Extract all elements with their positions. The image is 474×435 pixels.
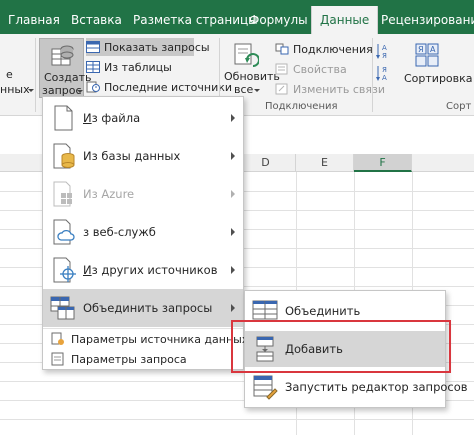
highlight-box xyxy=(231,320,451,373)
menu-item-label: Параметры запроса xyxy=(71,352,187,366)
svg-text:А: А xyxy=(382,44,387,52)
from-table-label: Из таблицы xyxy=(104,60,172,74)
group-label-sort: Сорт xyxy=(446,101,472,112)
show-queries-button[interactable]: Показать запросы xyxy=(86,38,210,56)
connections-icon xyxy=(275,43,289,55)
menu-item-from-database[interactable]: Из базы данных xyxy=(43,137,243,175)
cloud-icon xyxy=(53,219,75,245)
connections-button[interactable]: Подключения xyxy=(275,40,373,58)
tab-review[interactable]: Рецензирование xyxy=(381,0,474,34)
other-sources-icon xyxy=(53,257,76,283)
refresh-label-2: все xyxy=(234,83,254,96)
sort-button[interactable]: Я А Сортировка xyxy=(404,38,474,98)
refresh-label-1: Обновить xyxy=(224,70,280,83)
menu-item-label: Из базы данных xyxy=(83,149,181,163)
properties-button[interactable]: Свойства xyxy=(275,60,347,78)
file-icon xyxy=(54,105,73,131)
tab-page-layout[interactable]: Разметка страницы xyxy=(133,0,258,34)
chevron-right-icon xyxy=(231,304,235,312)
menu-item-label: Из файла xyxy=(83,111,141,125)
menu-item-label: Из Azure xyxy=(83,187,135,201)
chevron-down-icon xyxy=(254,89,260,92)
menu-item-label: Из других источников xyxy=(83,263,218,277)
chevron-right-icon xyxy=(231,152,235,160)
svg-text:Я: Я xyxy=(418,45,424,54)
ribbon-separator xyxy=(372,38,373,112)
sort-za-icon: Я А xyxy=(376,66,387,82)
svg-text:А: А xyxy=(382,74,387,82)
properties-label: Свойства xyxy=(293,62,347,76)
svg-text:Я: Я xyxy=(382,66,387,74)
group-label-connections: Подключения xyxy=(265,101,338,112)
query-editor-icon xyxy=(253,375,278,400)
edit-links-button[interactable]: Изменить связи xyxy=(275,80,385,98)
properties-icon xyxy=(275,63,288,75)
ribbon-cut-text-top: е xyxy=(6,68,13,81)
menu-item-label: з веб-служб xyxy=(83,225,156,239)
svg-text:А: А xyxy=(430,45,436,54)
tab-home[interactable]: Главная xyxy=(8,0,60,34)
create-query-button[interactable]: Создать запрос xyxy=(39,38,92,98)
submenu-item-label: Объединить xyxy=(285,304,361,318)
refresh-all-button[interactable]: Обновить все xyxy=(222,38,280,100)
connections-label: Подключения xyxy=(293,42,373,56)
excel-window: Главная Вставка Разметка страницы Формул… xyxy=(0,0,474,435)
tab-insert[interactable]: Вставка xyxy=(71,0,122,34)
recent-sources-label: Последние источники xyxy=(104,80,233,94)
menu-item-label: Объединить запросы xyxy=(83,301,213,315)
chevron-right-icon xyxy=(231,228,235,236)
sort-icon: Я А xyxy=(415,43,439,67)
submenu-item-label: Запустить редактор запросов xyxy=(285,380,468,394)
create-query-label-1: Создать xyxy=(44,71,92,84)
submenu-item-launch-query-editor[interactable]: Запустить редактор запросов xyxy=(245,369,468,405)
database-icon xyxy=(53,143,75,169)
menu-item-from-web-services[interactable]: з веб-служб xyxy=(43,213,243,251)
azure-icon xyxy=(53,181,72,207)
column-header-g[interactable] xyxy=(412,154,474,172)
table-icon xyxy=(86,41,100,53)
menu-item-combine-queries[interactable]: Объединить запросы xyxy=(43,289,243,327)
data-source-settings-icon xyxy=(51,332,64,345)
chevron-right-icon xyxy=(231,114,235,122)
sort-label: Сортировка xyxy=(404,72,473,85)
recent-sources-icon xyxy=(86,81,100,93)
grid-line xyxy=(0,419,474,420)
from-table-button[interactable]: Из таблицы xyxy=(86,58,172,76)
ribbon-cut-text-bottom: нных xyxy=(0,83,30,96)
create-query-icon xyxy=(51,45,74,66)
create-query-menu: Из файла Из базы данных Из Azure з веб-с… xyxy=(42,96,259,370)
menu-item-from-azure[interactable]: Из Azure xyxy=(43,175,243,213)
edit-links-icon xyxy=(275,83,288,95)
menu-item-from-file[interactable]: Из файла xyxy=(43,99,243,137)
menu-item-query-options[interactable]: Параметры запроса xyxy=(43,349,243,369)
ribbon-separator xyxy=(35,38,36,112)
menu-item-data-source-settings[interactable]: Параметры источника данных... xyxy=(43,329,259,349)
menu-item-from-other-sources[interactable]: Из других источников xyxy=(43,251,243,289)
sort-za-button[interactable]: Я А xyxy=(376,64,400,82)
svg-text:Я: Я xyxy=(382,52,387,60)
column-header-f[interactable]: F xyxy=(354,154,412,172)
chevron-right-icon xyxy=(231,266,235,274)
query-options-icon xyxy=(51,352,64,366)
chevron-down-icon xyxy=(28,89,34,92)
show-queries-label: Показать запросы xyxy=(104,40,210,54)
column-header-e[interactable]: E xyxy=(296,154,354,172)
tab-data[interactable]: Данные xyxy=(311,6,379,34)
refresh-icon xyxy=(234,43,259,67)
recent-sources-button[interactable]: Последние источники xyxy=(86,78,232,96)
combine-queries-icon xyxy=(50,296,75,320)
tab-formulas[interactable]: Формулы xyxy=(249,0,308,34)
chevron-down-icon xyxy=(77,90,83,93)
ribbon-tab-bar: Главная Вставка Разметка страницы Формул… xyxy=(0,0,474,34)
chevron-right-icon xyxy=(231,190,235,198)
column-header-d[interactable]: D xyxy=(236,154,296,172)
table-icon xyxy=(86,61,100,73)
sort-az-icon: А Я xyxy=(376,44,387,60)
sort-az-button[interactable]: А Я xyxy=(376,42,400,60)
